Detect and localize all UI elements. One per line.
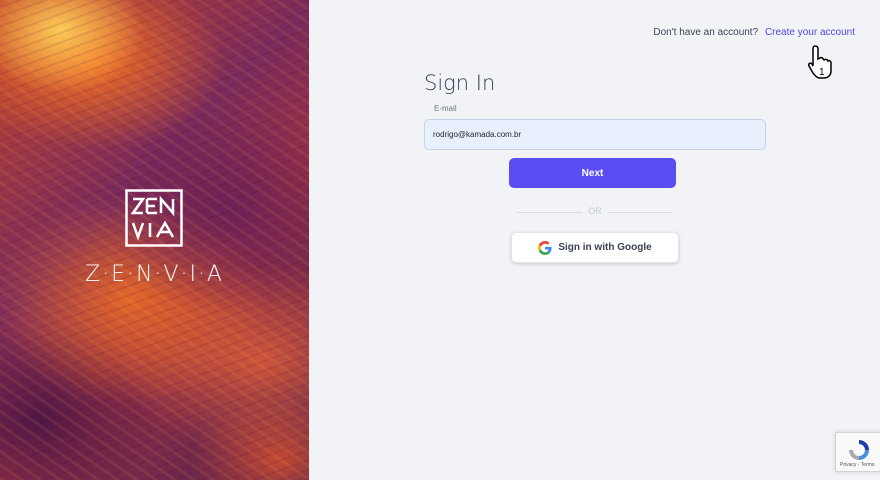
- divider-or: OR: [588, 206, 602, 216]
- brand-wordmark: Z·E·N·V·I·A: [85, 262, 224, 287]
- no-account-text: Don't have an account?: [653, 27, 759, 38]
- page-title: Sign In: [424, 71, 496, 95]
- signup-prompt: Don't have an account? Create your accou…: [653, 27, 855, 38]
- google-signin-button[interactable]: Sign in with Google: [511, 232, 679, 263]
- zenvia-logo-icon: [125, 189, 183, 247]
- email-input[interactable]: [424, 119, 766, 150]
- divider-line-left: [517, 212, 582, 213]
- hand-cursor-icon: 1: [808, 45, 832, 79]
- hero-image-panel: Z·E·N·V·I·A: [0, 0, 309, 480]
- divider-line-right: [608, 212, 673, 213]
- next-button[interactable]: Next: [509, 158, 676, 188]
- recaptcha-links[interactable]: Privacy - Terms: [840, 462, 874, 468]
- recaptcha-badge[interactable]: Privacy - Terms: [835, 432, 880, 472]
- cursor-badge: 1: [819, 67, 825, 78]
- google-button-label: Sign in with Google: [558, 242, 652, 253]
- email-label: E-mail: [434, 104, 457, 113]
- recaptcha-icon: [849, 440, 869, 460]
- create-account-link[interactable]: Create your account: [765, 27, 855, 38]
- google-icon: [538, 240, 552, 255]
